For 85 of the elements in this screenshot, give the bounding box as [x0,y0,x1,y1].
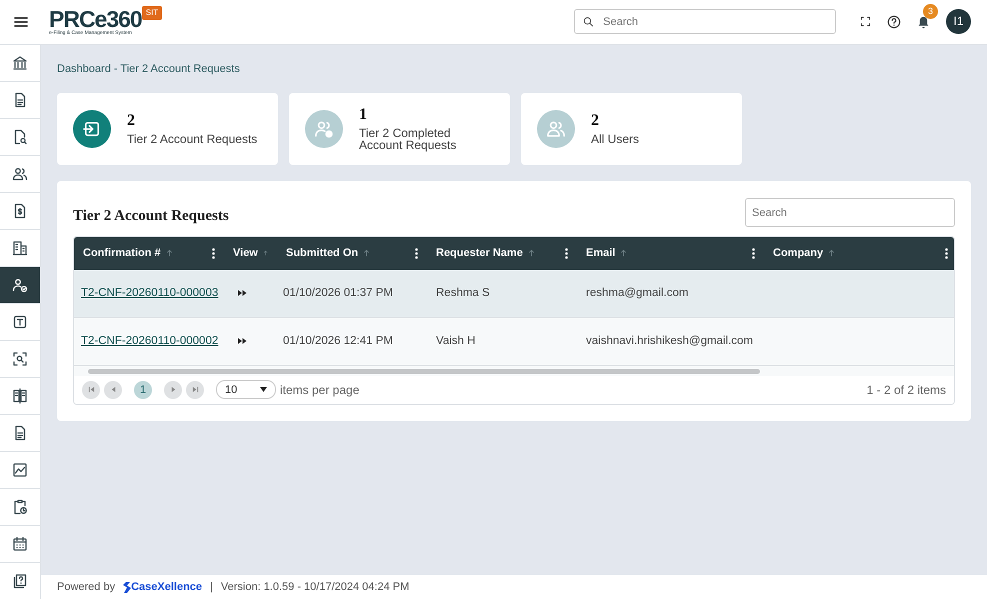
page-button[interactable]: 1 [134,380,152,399]
column-header[interactable]: Company [773,245,824,262]
sort-arrow-icon[interactable] [528,249,535,258]
column-header[interactable]: Submitted On [286,245,358,262]
fast-forward-icon[interactable] [238,338,247,344]
stat-label: Tier 2 Completed Account Requests [359,126,458,152]
table-row[interactable]: T2-CNF-20260110-000003 01/10/2026 01:37 PM Reshma S reshma@gmail.com [74,270,954,318]
table-cell-text: Reshma S [436,286,490,301]
column-header[interactable]: Requester Name [436,245,523,262]
stat-count: 1 [359,106,368,123]
scan-search-icon[interactable] [12,350,28,367]
first-page-icon [88,386,94,394]
caret-icon [260,387,267,392]
brand-name: CaseXellence [131,580,202,595]
table-cell-text: 01/10/2026 12:41 PM [283,334,393,349]
previous-page-icon [110,386,116,394]
user-check-icon[interactable] [12,276,28,293]
building-icon[interactable] [12,240,28,256]
users-icon [537,110,575,148]
help-icon[interactable] [887,14,901,29]
column-menu-icon[interactable] [212,248,215,259]
last-page-icon [192,386,198,394]
environment-badge: SIT [142,6,162,20]
help-document-icon[interactable] [12,572,28,589]
column-menu-icon[interactable] [415,248,418,259]
brand-logo-icon [123,582,132,592]
invoice-icon[interactable] [12,202,28,219]
stat-count: 2 [591,113,600,130]
stat-label: All Users [591,133,640,146]
sort-arrow-icon[interactable] [262,249,268,258]
user-avatar[interactable]: I1 [946,9,971,34]
confirmation-link[interactable]: T2-CNF-20260110-000002 [81,332,218,350]
scrollbar[interactable] [88,368,760,374]
sort-arrow-icon[interactable] [828,249,836,258]
powered-by-label: Powered by [57,580,116,595]
sort-arrow-icon[interactable] [166,249,173,258]
column-header[interactable]: View [233,245,258,262]
bell-icon[interactable] [917,16,930,30]
breadcrumb[interactable]: Dashboard - Tier 2 Account Requests [57,60,971,78]
user-check-icon [305,110,343,148]
search-icon [583,16,594,28]
column-menu-icon[interactable] [565,248,568,259]
table-cell-text: Vaish H [436,334,476,349]
fast-forward-icon[interactable] [238,290,247,296]
first-page-button[interactable] [82,380,100,399]
notification-count: 3 [923,4,938,19]
previous-page-button[interactable] [104,380,122,399]
column-menu-icon[interactable] [752,248,755,259]
clipboard-clock-icon[interactable] [12,498,28,515]
document-search-icon[interactable] [12,128,28,145]
sort-arrow-icon[interactable] [620,249,628,258]
stat-label: Tier 2 Account Requests [127,133,258,146]
confirmation-link[interactable]: T2-CNF-20260110-000003 [81,284,218,302]
table-cell-text: vaishnavi.hrishikesh@gmail.com [586,334,753,349]
table-title: Tier 2 Account Requests [73,207,229,226]
page-size-label: items per page [280,382,360,399]
stat-count: 2 [127,113,136,130]
book-icon[interactable] [12,388,28,404]
next-page-icon [170,386,176,394]
stat-card[interactable]: 2 Tier 2 Account Requests [57,93,278,166]
column-menu-icon[interactable] [945,248,948,259]
search-field[interactable]: Search [745,198,955,228]
page-size-dropdown[interactable]: 10 [216,380,276,400]
exit-icon [73,110,111,148]
version-text: Version: 1.0.59 - 10/17/2024 04:24 PM [220,580,410,595]
search-field[interactable]: Search [574,9,836,34]
column-header[interactable]: Confirmation # [83,245,161,262]
stat-card[interactable]: 1 Tier 2 Completed Account Requests [289,93,510,166]
sort-arrow-icon[interactable] [363,249,370,258]
fullscreen-icon[interactable] [860,16,871,28]
logo: PRCe360 [49,8,142,31]
users-icon[interactable] [12,166,28,182]
pager-summary: 1 - 2 of 2 items [866,382,946,399]
table-row[interactable]: T2-CNF-20260110-000002 01/10/2026 12:41 PM Vaish H vaishnavi.hrishikesh@gmail.com [74,318,954,366]
chart-icon[interactable] [12,462,28,478]
table-cell-text: reshma@gmail.com [586,286,688,301]
last-page-button[interactable] [186,380,204,399]
column-header[interactable]: Email [586,245,616,262]
stat-card[interactable]: 2 All Users [521,93,742,166]
bank-icon[interactable] [12,54,28,71]
next-page-button[interactable] [164,380,182,399]
calendar-icon[interactable] [12,536,28,552]
table-cell-text: 01/10/2026 01:37 PM [283,286,393,301]
footer-separator: | [210,580,213,595]
text-box-icon[interactable] [12,314,28,330]
